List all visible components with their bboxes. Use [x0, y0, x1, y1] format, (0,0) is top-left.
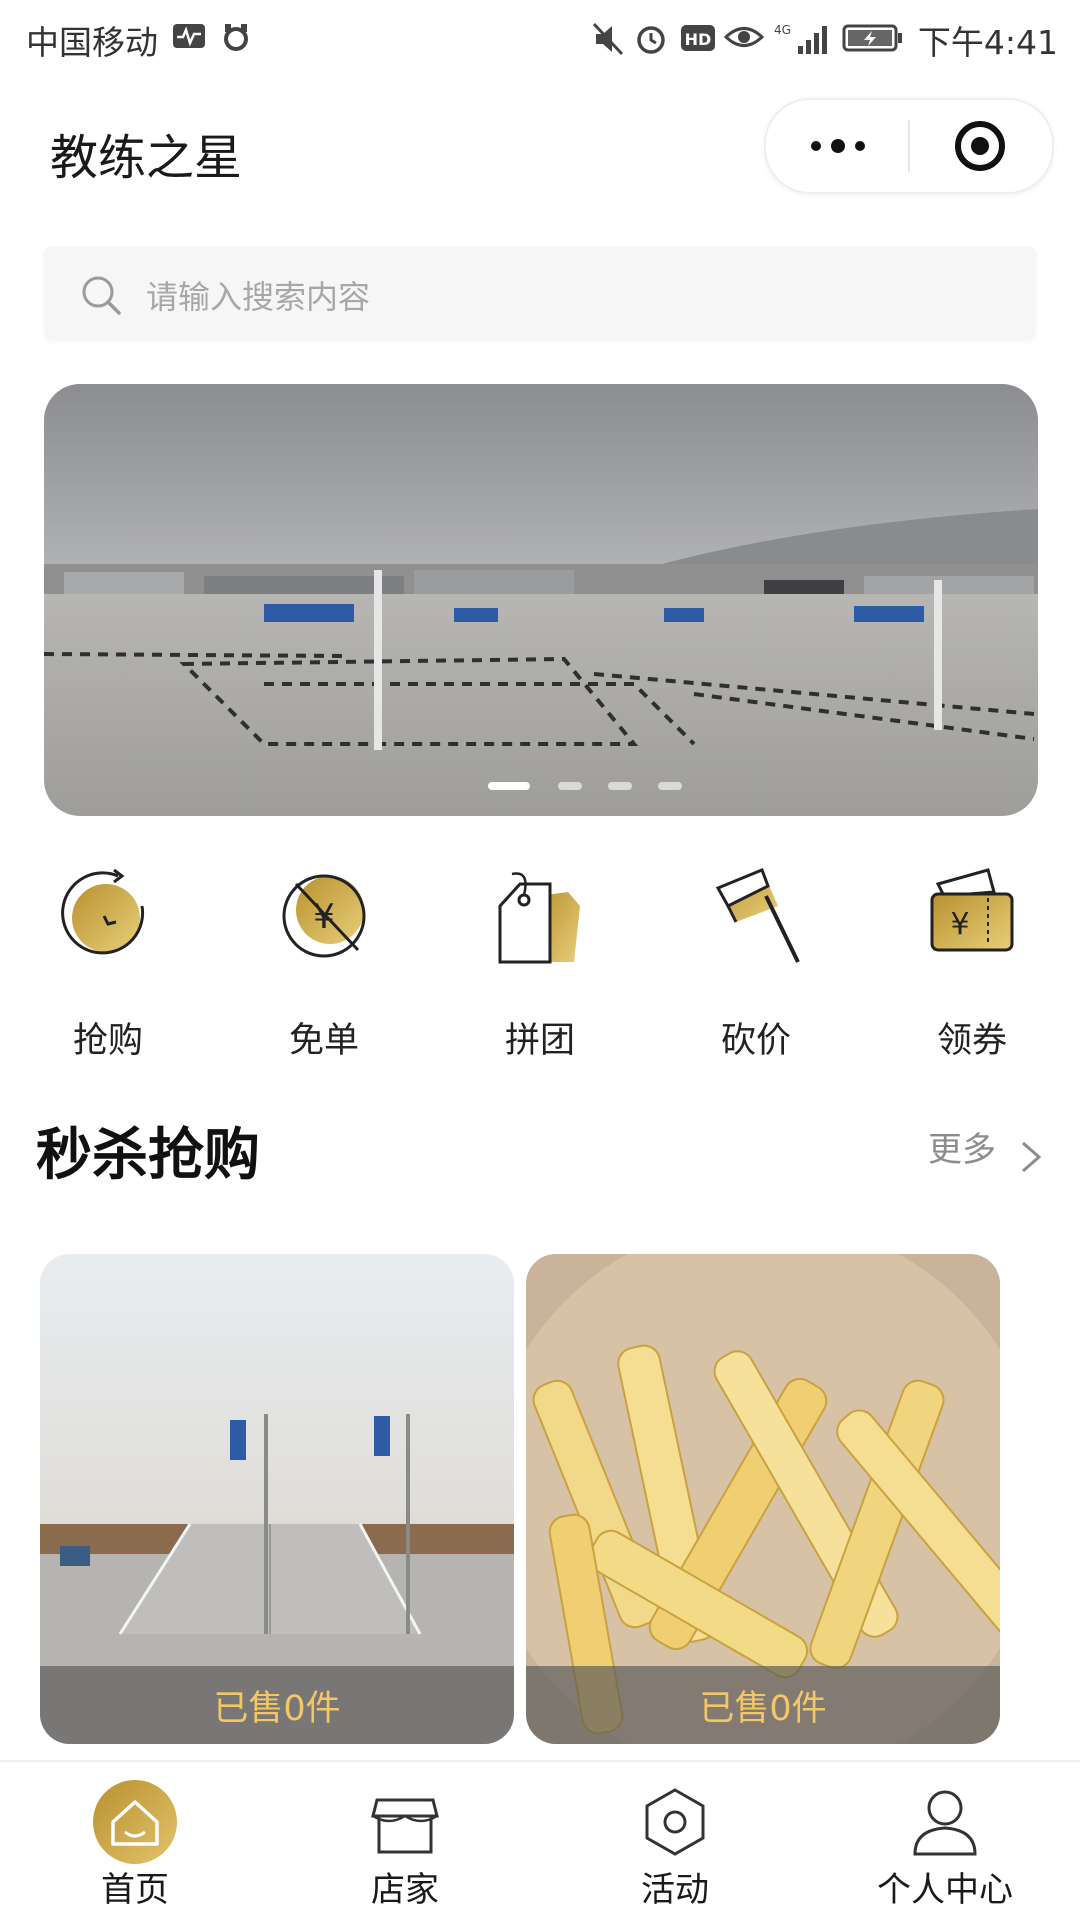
svg-text:HD: HD — [685, 30, 712, 49]
carousel-dot-active[interactable] — [488, 782, 530, 790]
signal-icon: 4G — [774, 23, 827, 54]
banner-carousel[interactable] — [44, 384, 1038, 816]
activity-monitor-icon — [173, 24, 205, 48]
quick-nav-flash-sale[interactable]: 抢购 — [38, 866, 178, 1066]
capsule-divider — [908, 120, 910, 172]
quick-nav-bargain[interactable]: 砍价 — [686, 866, 826, 1066]
group-buy-tag-icon — [498, 872, 580, 964]
search-icon — [82, 276, 121, 315]
tab-profile[interactable]: 个人中心 — [810, 1762, 1080, 1922]
tab-bar: 首页 店家 活动 个人中心 — [0, 1760, 1080, 1922]
close-button[interactable] — [952, 118, 1008, 174]
store-icon — [371, 1798, 439, 1854]
svg-text:¥: ¥ — [950, 907, 969, 942]
quick-nav-label: 拼团 — [504, 1021, 575, 1061]
quick-nav-free-order[interactable]: ¥ 免单 — [254, 866, 394, 1066]
carousel-dot[interactable] — [558, 782, 582, 790]
hd-icon: HD — [681, 25, 715, 51]
tab-home[interactable]: 首页 — [0, 1762, 270, 1922]
quick-nav-label: 抢购 — [72, 1021, 143, 1061]
carousel-dot[interactable] — [658, 782, 682, 790]
quick-nav-group-buy[interactable]: 拼团 — [470, 866, 610, 1066]
product-card[interactable]: 已售0件 — [526, 1254, 1000, 1744]
free-order-icon: ¥ — [282, 874, 366, 958]
more-dots-icon — [811, 139, 865, 153]
clock-flash-sale-icon — [61, 868, 145, 955]
coupon-icon: ¥ — [930, 868, 1014, 952]
mute-icon — [592, 22, 624, 56]
eye-comfort-icon — [724, 27, 764, 47]
sold-count-bar: 已售0件 — [40, 1666, 514, 1744]
network-type: 4G — [774, 23, 791, 37]
tab-store[interactable]: 店家 — [270, 1762, 540, 1922]
svg-text:¥: ¥ — [313, 897, 335, 937]
user-icon — [913, 1790, 977, 1856]
quick-nav-coupon[interactable]: ¥ 领券 — [902, 866, 1042, 1066]
target-close-icon — [955, 121, 1005, 171]
product-card[interactable]: 已售0件 — [40, 1254, 514, 1744]
banner-image — [44, 384, 1038, 816]
more-link[interactable]: 更多 — [928, 1122, 1045, 1172]
search-placeholder: 请输入搜索内容 — [146, 278, 371, 316]
bargain-axe-icon — [715, 868, 800, 963]
status-time: 下午4:41 — [917, 23, 1058, 62]
alarm-clock-icon — [637, 26, 665, 54]
more-label: 更多 — [928, 1130, 996, 1170]
search-bar[interactable]: 请输入搜索内容 — [44, 246, 1036, 340]
more-button[interactable] — [802, 122, 874, 170]
tab-label: 活动 — [641, 1870, 709, 1910]
activity-icon — [645, 1788, 705, 1856]
page-title: 教练之星 — [50, 130, 243, 186]
quick-nav-label: 免单 — [288, 1021, 359, 1061]
quick-nav-label: 砍价 — [720, 1021, 791, 1061]
tab-activity[interactable]: 活动 — [540, 1762, 810, 1922]
status-bar: 中国移动 HD 4G 下午4:41 — [0, 0, 1080, 76]
quick-nav-label: 领券 — [936, 1021, 1007, 1061]
battery-icon — [842, 24, 902, 52]
tab-label: 店家 — [371, 1870, 439, 1910]
chevron-right-icon — [1022, 1141, 1042, 1172]
alarm-app-icon — [224, 24, 248, 51]
tab-label: 个人中心 — [877, 1870, 1013, 1910]
tab-label: 首页 — [101, 1870, 169, 1910]
title-bar: 教练之星 — [0, 76, 1080, 226]
carrier-name: 中国移动 — [26, 23, 158, 62]
home-icon — [93, 1780, 177, 1864]
sold-count: 已售0件 — [213, 1688, 341, 1729]
section-title: 秒杀抢购 — [36, 1123, 260, 1188]
sold-count-bar: 已售0件 — [526, 1666, 1000, 1744]
sold-count: 已售0件 — [699, 1688, 827, 1729]
mini-program-capsule — [764, 98, 1054, 194]
carousel-dot[interactable] — [608, 782, 632, 790]
